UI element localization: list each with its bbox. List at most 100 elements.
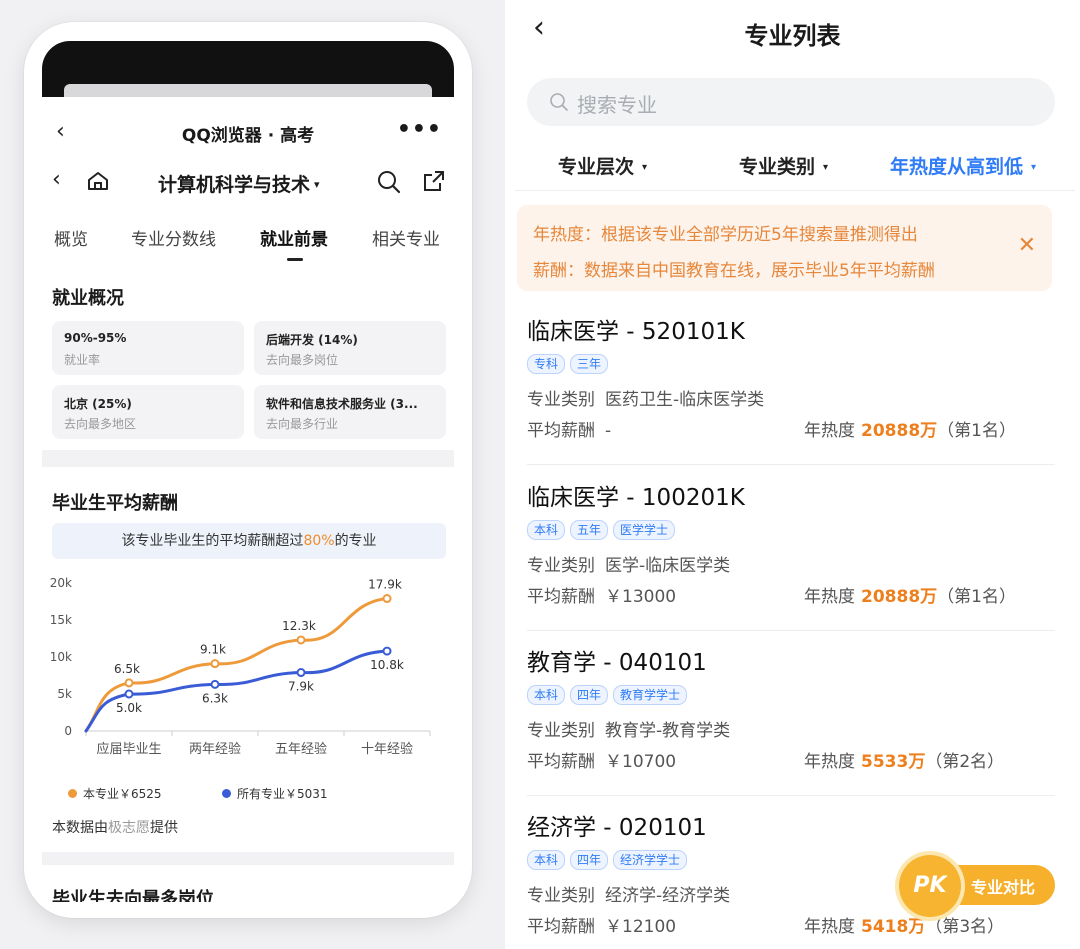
data-point (382, 646, 392, 656)
phone-mockup: ‹ QQ浏览器 · 高考 ••• ‹ 计算机科学与技术 ▾ 概览 专业分数线 就… (24, 22, 472, 918)
salary-card: 毕业生平均薪酬 该专业毕业生的平均薪酬超过80%的专业 0 5k 10k 15k 20k… (42, 467, 454, 852)
heat-value: 5418万 (861, 917, 926, 937)
info-notice: 年热度：根据该专业全部学历近5年搜索量推测得出 薪酬：数据来自中国教育在线，展示… (517, 205, 1052, 291)
caret-down-icon: ▾ (823, 162, 829, 173)
app-title: QQ浏览器 · 高考 (181, 126, 315, 146)
search-icon[interactable] (376, 169, 402, 195)
data-point (296, 668, 306, 678)
share-icon[interactable] (422, 169, 446, 193)
category-label: 专业类别 (527, 556, 595, 576)
data-label: 6.3k (202, 691, 228, 705)
filter-bar: 专业层次 ▾ 专业类别 ▾ 年热度从高到低 ▾ (505, 150, 1080, 184)
stat-employment-rate: 90%-95% 就业率 (52, 321, 244, 375)
x-tick-label: 两年经验 (189, 741, 241, 757)
category-value: 经济学-经济学类 (605, 886, 731, 906)
source-provider-link[interactable]: 极志愿 (108, 820, 150, 836)
data-label: 5.0k (116, 701, 142, 715)
list-header: ‹ 专业列表 (505, 0, 1080, 62)
legend-major: 本专业￥6525 (68, 785, 162, 802)
major-list-item[interactable]: 教育学 - 040101 本科 四年 教育学学士 专业类别 教育学-教育学类 平均薪酬… (527, 631, 1055, 796)
tag-badge: 医学学士 (613, 520, 676, 540)
data-label: 17.9k (368, 578, 402, 592)
heat-label: 年热度 (804, 587, 855, 607)
tag-badge: 本科 (527, 685, 566, 705)
heat-label: 年热度 (804, 917, 855, 937)
stat-top-region: 北京 (25%) 去向最多地区 (52, 385, 244, 439)
data-label: 10.8k (370, 658, 404, 672)
filter-category[interactable]: 专业类别 ▾ (739, 152, 828, 179)
major-title: 经济学 - 020101 (527, 815, 707, 841)
legend-label: 本专业￥6525 (83, 787, 162, 801)
heat-value: 20888万 (861, 421, 938, 441)
stat-value: 90%-95% (64, 331, 127, 345)
category-row: 专业类别 经济学-经济学类 (527, 881, 730, 906)
category-label: 专业类别 (527, 721, 595, 741)
y-tick-label: 5k (57, 687, 72, 701)
heat-label: 年热度 (804, 752, 855, 772)
category-row: 专业类别 医学-临床医学类 (527, 551, 730, 576)
x-tick-label: 十年经验 (361, 741, 413, 757)
data-point (124, 678, 134, 688)
category-label: 专业类别 (527, 390, 595, 410)
category-row: 专业类别 医药卫生-临床医学类 (527, 385, 764, 410)
stat-value: 软件和信息技术服务业 (3... (266, 397, 418, 411)
heat-rank: （第3名） (925, 917, 1005, 937)
close-icon[interactable]: ✕ (1018, 233, 1036, 258)
search-placeholder: 搜索专业 (577, 93, 657, 117)
tab-related-majors[interactable]: 相关专业 (372, 225, 440, 250)
filter-level[interactable]: 专业层次 ▾ (558, 152, 647, 179)
major-nav-bar: ‹ 计算机科学与技术 ▾ (42, 167, 454, 201)
filter-sort-heat[interactable]: 年热度从高到低 ▾ (890, 152, 1036, 179)
category-value: 医药卫生-临床医学类 (605, 390, 765, 410)
search-input[interactable]: 搜索专业 (527, 78, 1055, 126)
heat-value: 5533万 (861, 752, 926, 772)
back-icon[interactable]: ‹ (52, 167, 61, 192)
stat-label: 就业率 (64, 353, 101, 367)
stat-label: 去向最多地区 (64, 417, 137, 431)
stat-top-position: 后端开发 (14%) 去向最多岗位 (254, 321, 446, 375)
section-title: 毕业生平均薪酬 (52, 493, 178, 514)
divider (515, 190, 1075, 191)
heat-row: 年热度 20888万（第1名） (804, 582, 1016, 607)
data-point (210, 679, 220, 689)
notice-line: 年热度：根据该专业全部学历近5年搜索量推测得出 (533, 225, 918, 245)
salary-value: - (605, 421, 612, 441)
tag-badge: 专科 (527, 354, 566, 374)
major-title: 临床医学 - 100201K (527, 485, 745, 511)
x-tick-label: 五年经验 (275, 741, 327, 757)
phone-header: ‹ QQ浏览器 · 高考 ••• ‹ 计算机科学与技术 ▾ 概览 专业分数线 就… (42, 97, 454, 262)
tag-list: 专科 三年 (527, 353, 613, 374)
compare-button[interactable]: 专业对比 PK (899, 855, 1059, 917)
banner-text: 该专业毕业生的平均薪酬超过 (121, 533, 304, 549)
tab-overview[interactable]: 概览 (54, 225, 88, 250)
more-icon[interactable]: ••• (397, 117, 442, 142)
search-icon (550, 93, 568, 111)
tab-employment[interactable]: 就业前景 (260, 225, 328, 250)
salary-line-chart: 0 5k 10k 15k 20k 应届毕业生 两年经验 五年经验 十年经验 6.5k 9.1k 12.… (50, 576, 431, 757)
salary-banner: 该专业毕业生的平均薪酬超过80%的专业 (52, 523, 446, 559)
banner-percent: 80% (303, 533, 335, 549)
tag-badge: 教育学学士 (613, 685, 688, 705)
legend-all: 所有专业￥5031 (222, 785, 328, 802)
major-title-dropdown[interactable]: 计算机科学与技术 ▾ (158, 170, 320, 197)
source-text: 提供 (150, 820, 178, 836)
app-title-bar: ‹ QQ浏览器 · 高考 ••• (42, 117, 454, 147)
stat-top-industry: 软件和信息技术服务业 (3... 去向最多行业 (254, 385, 446, 439)
tag-badge: 五年 (570, 520, 609, 540)
compare-label: 专业对比 (971, 878, 1036, 897)
tag-badge: 四年 (570, 850, 609, 870)
home-icon[interactable] (86, 169, 110, 193)
data-label: 6.5k (114, 662, 140, 676)
section-title: 就业概况 (52, 288, 124, 309)
salary-row: 平均薪酬 ￥13000 (527, 582, 676, 607)
salary-label: 平均薪酬 (527, 752, 595, 772)
heat-rank: （第2名） (925, 752, 1005, 772)
caret-down-icon: ▾ (314, 178, 320, 191)
data-point (382, 594, 392, 604)
page-title: 专业列表 (744, 22, 841, 50)
tab-score-lines[interactable]: 专业分数线 (131, 225, 216, 250)
major-list-item[interactable]: 临床医学 - 100201K 本科 五年 医学学士 专业类别 医学-临床医学类 平均薪… (527, 466, 1055, 631)
salary-label: 平均薪酬 (527, 917, 595, 937)
major-list-item[interactable]: 临床医学 - 520101K 专科 三年 专业类别 医药卫生-临床医学类 平均薪酬 -… (527, 300, 1055, 465)
stat-value: 北京 (25%) (64, 397, 132, 411)
